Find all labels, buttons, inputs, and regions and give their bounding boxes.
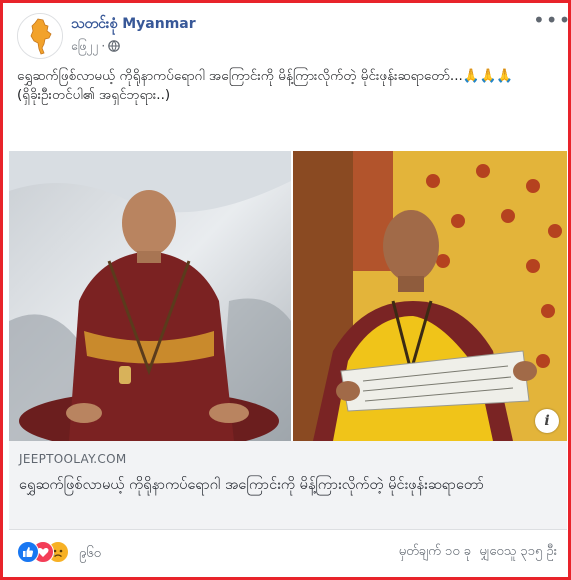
reaction-count[interactable]: ၉၆၀ — [79, 545, 101, 564]
page-avatar[interactable] — [17, 13, 63, 59]
globe-icon[interactable] — [108, 40, 121, 55]
link-title[interactable]: ရွှေဆက်ဖြစ်လာမယ့် ကိုရိုနာကပ်ရောဂါ အကြော… — [19, 475, 549, 495]
monk-photo-right — [293, 151, 567, 441]
post-header: သတင်းစုံ Myanmar ဖြေ၂၂ · ••• — [17, 10, 570, 61]
post-message: ရွှေဆက်ဖြစ်လာမယ့် ကိုရိုနာကပ်ရောဂါ အကြော… — [17, 67, 557, 105]
post-message-line: ရွှေဆက်ဖြစ်လာမယ့် ကိုရိုနာကပ်ရောဂါ အကြော… — [17, 68, 514, 84]
link-domain: JEEPTOOLAY.COM — [19, 452, 127, 466]
post-meta: ဖြေ၂၂ · — [71, 38, 121, 56]
link-image[interactable]: i — [9, 151, 567, 441]
more-options-icon[interactable]: ••• — [533, 10, 570, 31]
page-name-link[interactable]: သတင်းစုံ Myanmar — [71, 14, 196, 35]
link-preview-card[interactable]: JEEPTOOLAY.COM ရွှေဆက်ဖြစ်လာမယ့် ကိုရိုန… — [9, 441, 567, 530]
post-frame: သတင်းစုံ Myanmar ဖြေ၂၂ · ••• ရွှေဆက်ဖြစ်လ… — [0, 0, 571, 580]
post-timestamp[interactable]: ဖြေ၂၂ — [71, 39, 98, 53]
myanmar-map-icon — [18, 14, 62, 58]
comments-count-link[interactable]: မှတ်ချက် ၁၀ ခု — [399, 544, 471, 559]
like-icon — [17, 541, 39, 563]
info-button[interactable]: i — [535, 409, 559, 433]
monk-photo-left — [9, 151, 291, 441]
post-message-line: (ရှိခိုးဦးတင်ပါ၏ အရှင်ဘုရား..) — [17, 87, 171, 103]
engagement-stats: မှတ်ချက် ၁၀ ခု မျှဝေသူ ၃၁၅ ဦး — [399, 543, 557, 562]
post-footer: ၉၆၀ မှတ်ချက် ၁၀ ခု မျှဝေသူ ၃၁၅ ဦး — [17, 539, 557, 565]
shares-count-link[interactable]: မျှဝေသူ ၃၁၅ ဦး — [479, 544, 557, 559]
